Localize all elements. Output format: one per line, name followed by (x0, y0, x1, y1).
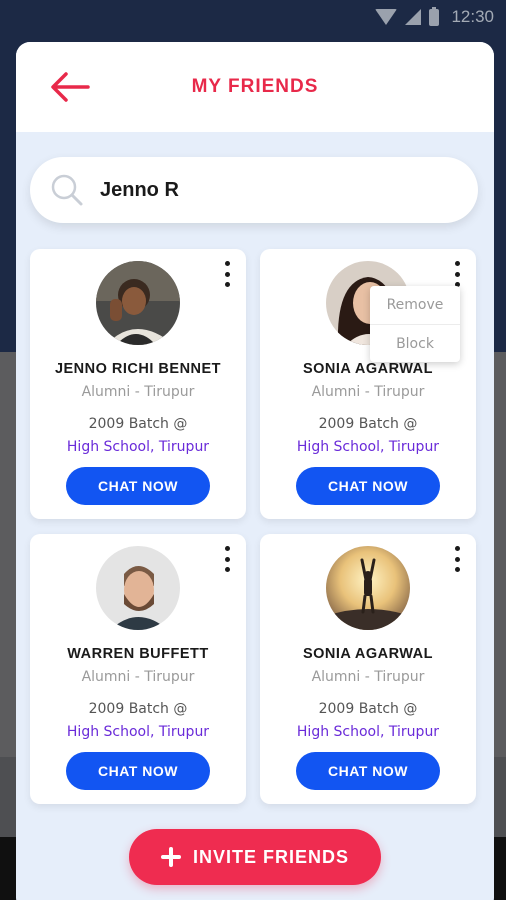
back-button[interactable] (48, 70, 92, 104)
friend-school: High School, Tirupur (66, 439, 210, 455)
friend-name: SONIA AGARWAL (302, 361, 434, 377)
menu-item-remove[interactable]: Remove (370, 286, 460, 324)
more-options-icon[interactable] (220, 261, 234, 287)
friend-subtitle: Alumni - Tirupur (81, 384, 195, 400)
plus-icon (160, 847, 181, 867)
more-options-icon[interactable] (220, 546, 234, 572)
chat-now-button[interactable]: CHAT NOW (66, 752, 210, 790)
friend-name: JENNO RICHI BENNET (54, 361, 222, 377)
avatar (96, 261, 180, 345)
search-bar[interactable] (30, 157, 478, 223)
friend-subtitle: Alumni - Tirupur (81, 669, 195, 685)
avatar (326, 546, 410, 630)
chat-now-button[interactable]: CHAT NOW (66, 467, 210, 505)
friends-sheet: MY FRIENDS JENNO RICHI BENNET Alumni - T… (16, 42, 494, 900)
chat-now-button[interactable]: CHAT NOW (296, 467, 440, 505)
friend-card: JENNO RICHI BENNET Alumni - Tirupur 2009… (30, 249, 246, 519)
friend-school: High School, Tirupur (66, 724, 210, 740)
page-title: MY FRIENDS (191, 76, 319, 97)
more-options-icon[interactable] (450, 261, 464, 287)
search-input[interactable] (100, 178, 430, 202)
menu-item-block[interactable]: Block (370, 324, 460, 362)
friend-name: SONIA AGARWAL (302, 646, 434, 662)
search-icon (51, 174, 83, 206)
cell-signal-icon (405, 9, 422, 25)
wifi-icon (375, 9, 398, 25)
friend-card: WARREN BUFFETT Alumni - Tirupur 2009 Bat… (30, 534, 246, 804)
sheet-header: MY FRIENDS (16, 42, 494, 132)
friend-school: High School, Tirupur (296, 724, 440, 740)
status-time: 12:30 (451, 7, 494, 26)
friend-school: High School, Tirupur (296, 439, 440, 455)
chat-now-button[interactable]: CHAT NOW (296, 752, 440, 790)
friend-name: WARREN BUFFETT (67, 646, 209, 662)
status-bar: 12:30 (0, 0, 506, 34)
battery-icon (429, 6, 440, 26)
back-arrow-icon (51, 72, 90, 102)
friend-subtitle: Alumni - Tirupur (311, 384, 425, 400)
friend-batch: 2009 Batch @ (88, 701, 188, 717)
avatar (96, 546, 180, 630)
friend-batch: 2009 Batch @ (318, 416, 418, 432)
more-options-icon[interactable] (450, 546, 464, 572)
friend-batch: 2009 Batch @ (318, 701, 418, 717)
friend-context-menu: Remove Block (370, 286, 460, 362)
friend-card: SONIA AGARWAL Alumni - Tirupur 2009 Batc… (260, 534, 476, 804)
friend-batch: 2009 Batch @ (88, 416, 188, 432)
invite-friends-button[interactable]: INVITE FRIENDS (129, 829, 381, 885)
friend-subtitle: Alumni - Tirupur (311, 669, 425, 685)
invite-friends-label: INVITE FRIENDS (192, 846, 349, 867)
